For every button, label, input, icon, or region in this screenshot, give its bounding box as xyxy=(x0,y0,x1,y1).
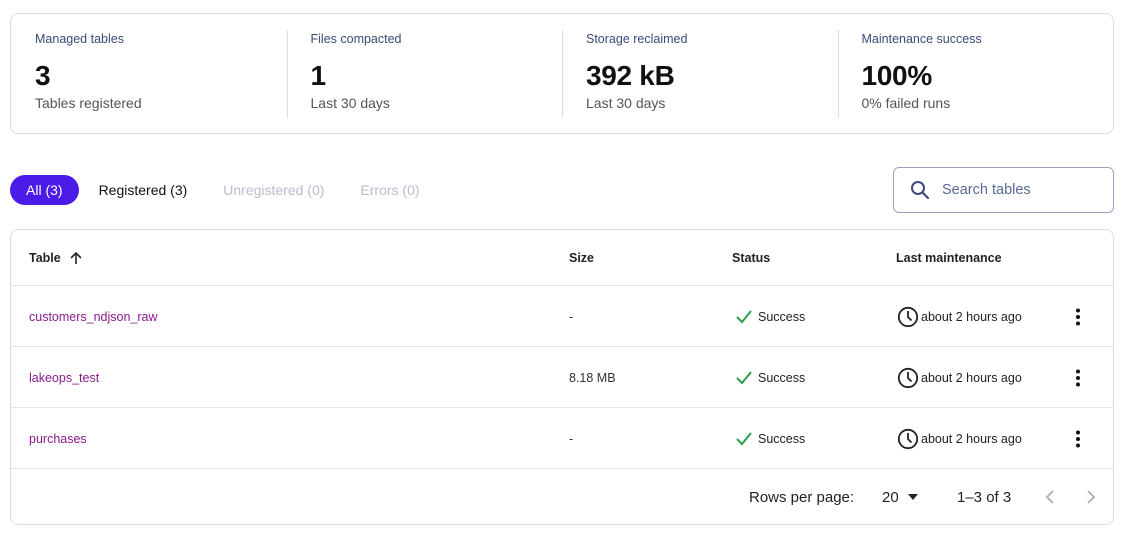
chevron-right-icon xyxy=(1086,490,1096,504)
stat-subtext: 0% failed runs xyxy=(861,95,951,111)
check-icon xyxy=(736,309,758,324)
table-name-link[interactable]: lakeops_test xyxy=(29,371,99,385)
last-maintenance-cell: about 2 hours ago xyxy=(897,408,1022,469)
clock-icon xyxy=(897,367,921,389)
table-name-link[interactable]: customers_ndjson_raw xyxy=(29,310,158,324)
filter-registered[interactable]: Registered (3) xyxy=(83,175,204,205)
status-label: Success xyxy=(758,431,806,446)
row-actions-button[interactable] xyxy=(1068,408,1088,469)
more-vertical-icon xyxy=(1075,369,1081,387)
table-row: customers_ndjson_raw - Success about 2 h… xyxy=(11,286,1113,347)
column-header-last-maintenance[interactable]: Last maintenance xyxy=(896,251,1002,265)
check-icon xyxy=(736,431,758,446)
filter-errors[interactable]: Errors (0) xyxy=(344,175,435,205)
table-row: purchases - Success about 2 hours ago xyxy=(11,408,1113,469)
check-icon xyxy=(736,370,758,385)
clock-icon xyxy=(897,306,921,328)
size-cell: 8.18 MB xyxy=(569,370,616,385)
more-vertical-icon xyxy=(1075,308,1081,326)
more-vertical-icon xyxy=(1075,430,1081,448)
search-box[interactable] xyxy=(893,167,1114,213)
pagination-range: 1–3 of 3 xyxy=(957,488,1012,506)
status-cell: Success xyxy=(736,408,805,469)
last-maintenance-label: about 2 hours ago xyxy=(921,370,1022,385)
row-actions-button[interactable] xyxy=(1068,286,1088,347)
chevron-left-icon xyxy=(1045,490,1055,504)
filter-all[interactable]: All (3) xyxy=(10,175,79,205)
filter-unregistered[interactable]: Unregistered (0) xyxy=(207,175,340,205)
arrow-up-icon xyxy=(69,251,83,265)
stat-value: 1 xyxy=(310,60,327,91)
stats-card: Managed tables 3 Tables registered Files… xyxy=(10,13,1114,134)
stat-subtext: Tables registered xyxy=(35,95,142,111)
table-header: Table Size Status Last maintenance xyxy=(11,230,1113,286)
rows-per-page-label: Rows per page: xyxy=(749,488,855,506)
search-icon xyxy=(910,180,930,200)
caret-down-icon xyxy=(907,494,918,500)
column-header-size[interactable]: Size xyxy=(569,251,594,265)
stat-files-compacted: Files compacted 1 Last 30 days xyxy=(286,14,563,133)
last-maintenance-label: about 2 hours ago xyxy=(921,309,1022,324)
stat-managed-tables: Managed tables 3 Tables registered xyxy=(11,14,287,133)
stat-subtext: Last 30 days xyxy=(310,95,390,111)
stat-label: Storage reclaimed xyxy=(586,32,688,46)
tables-table: Table Size Status Last maintenance custo… xyxy=(10,229,1114,525)
filter-tabs: All (3) Registered (3) Unregistered (0) … xyxy=(10,175,436,205)
stat-label: Files compacted xyxy=(310,32,402,46)
next-page-button[interactable] xyxy=(1086,469,1096,524)
rows-per-page-select[interactable]: 20 xyxy=(882,469,918,524)
row-actions-button[interactable] xyxy=(1068,347,1088,408)
stat-value: 392 kB xyxy=(586,60,675,91)
table-name-link[interactable]: purchases xyxy=(29,432,87,446)
rows-per-page-value: 20 xyxy=(882,488,899,506)
column-header-status[interactable]: Status xyxy=(732,251,770,265)
column-header-table[interactable]: Table xyxy=(29,251,83,265)
status-label: Success xyxy=(758,309,806,324)
last-maintenance-label: about 2 hours ago xyxy=(921,431,1022,446)
stat-value: 100% xyxy=(861,60,933,91)
stat-storage-reclaimed: Storage reclaimed 392 kB Last 30 days xyxy=(562,14,838,133)
size-cell: - xyxy=(569,431,574,446)
search-input[interactable] xyxy=(942,182,1102,198)
status-label: Success xyxy=(758,370,806,385)
table-row: lakeops_test 8.18 MB Success about 2 hou… xyxy=(11,347,1113,408)
column-header-label: Table xyxy=(29,250,61,265)
stat-maintenance-success: Maintenance success 100% 0% failed runs xyxy=(837,14,1114,133)
stat-subtext: Last 30 days xyxy=(586,95,666,111)
pagination-footer: Rows per page: 20 1–3 of 3 xyxy=(11,469,1113,524)
stat-label: Maintenance success xyxy=(861,32,982,46)
status-cell: Success xyxy=(736,347,805,408)
previous-page-button[interactable] xyxy=(1045,469,1055,524)
status-cell: Success xyxy=(736,286,805,347)
size-cell: - xyxy=(569,309,574,324)
stat-value: 3 xyxy=(35,60,51,91)
last-maintenance-cell: about 2 hours ago xyxy=(897,286,1022,347)
clock-icon xyxy=(897,428,921,450)
stat-label: Managed tables xyxy=(35,32,124,46)
last-maintenance-cell: about 2 hours ago xyxy=(897,347,1022,408)
